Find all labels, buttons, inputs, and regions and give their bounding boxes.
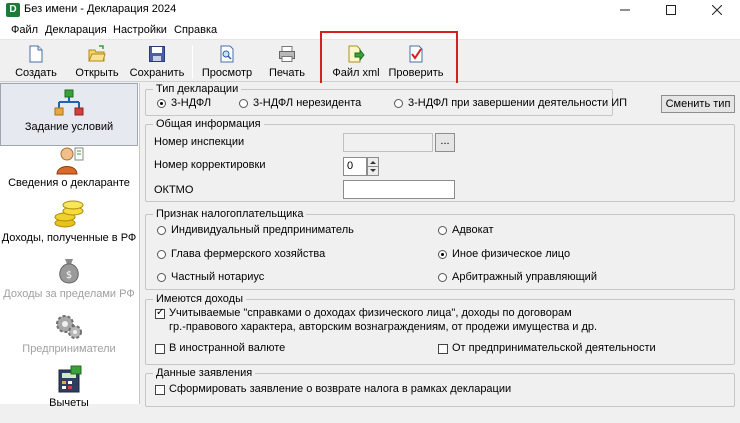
- radio-label: Иное физическое лицо: [452, 248, 571, 260]
- menu-declaration[interactable]: Декларация: [45, 24, 107, 36]
- nav-label: Доходы, полученные в РФ: [1, 232, 137, 244]
- radio-label: Индивидуальный предприниматель: [171, 224, 354, 236]
- highlight-annotation: [320, 31, 458, 87]
- main-panel: Тип декларации 3-НДФЛ 3-НДФЛ нерезидента…: [141, 83, 740, 407]
- radio-3ndfl[interactable]: [157, 99, 166, 108]
- nav-deductions[interactable]: Вычеты: [0, 360, 138, 423]
- group-legend: Данные заявления: [156, 367, 253, 379]
- close-icon: [712, 5, 722, 15]
- window-title: Без имени - Декларация 2024: [24, 3, 177, 15]
- nav-label: Доходы за пределами РФ: [3, 288, 135, 300]
- save-label: Сохранить: [129, 67, 185, 79]
- radio-individual-entrepreneur[interactable]: [157, 226, 166, 235]
- preview-icon: [220, 45, 234, 63]
- coins-stack-icon: [54, 200, 84, 228]
- nav-label: Задание условий: [24, 121, 114, 133]
- foreign-currency-checkbox[interactable]: [155, 344, 165, 354]
- left-navigation: Задание условий Сведения о декларанте До…: [0, 83, 140, 409]
- radio-label: 3-НДФЛ: [171, 97, 212, 109]
- flowchart-icon: [54, 89, 84, 116]
- checkbox-label: От предпринимательской деятельности: [452, 342, 656, 354]
- radio-lawyer[interactable]: [438, 226, 447, 235]
- inspection-label: Номер инспекции: [154, 136, 245, 148]
- radio-label: Частный нотариус: [171, 271, 265, 283]
- nav-label: Сведения о декларанте: [8, 177, 130, 189]
- calculator-icon: [58, 365, 82, 393]
- nav-income-abroad[interactable]: $ Доходы за пределами РФ: [0, 251, 138, 314]
- radio-private-notary[interactable]: [157, 273, 166, 282]
- group-legend: Имеются доходы: [156, 293, 244, 305]
- business-income-checkbox[interactable]: [438, 344, 448, 354]
- inspection-browse-button[interactable]: ...: [435, 133, 455, 152]
- checkbox-label: Сформировать заявление о возврате налога…: [169, 383, 512, 395]
- money-bag-icon: $: [59, 259, 79, 284]
- menu-settings[interactable]: Настройки: [113, 24, 167, 36]
- new-document-icon: [29, 45, 43, 63]
- svg-text:$: $: [66, 270, 72, 281]
- print-button[interactable]: Печать: [262, 43, 312, 81]
- inspection-input[interactable]: [343, 133, 433, 152]
- maximize-icon: [666, 5, 676, 15]
- radio-label: 3-НДФЛ при завершении деятельности ИП: [408, 97, 628, 109]
- person-icon: [56, 147, 84, 175]
- stepper-arrows-icon: [368, 161, 378, 172]
- radio-label: Арбитражный управляющий: [452, 271, 597, 283]
- checkbox-label: В иностранной валюте: [169, 342, 286, 354]
- radio-3ndfl-nonresident[interactable]: [239, 99, 248, 108]
- radio-label: Глава фермерского хозяйства: [171, 248, 326, 260]
- oktmo-label: ОКТМО: [154, 184, 194, 196]
- income-certificates-checkbox[interactable]: [155, 307, 165, 319]
- correction-label: Номер корректировки: [154, 159, 266, 171]
- create-button[interactable]: Создать: [10, 43, 62, 81]
- nav-income-rf[interactable]: Доходы, полученные в РФ: [0, 195, 138, 258]
- refund-statement-checkbox[interactable]: [155, 385, 165, 395]
- radio-3ndfl-ip-closure[interactable]: [394, 99, 403, 108]
- correction-input[interactable]: 0: [343, 157, 367, 176]
- change-type-button[interactable]: Сменить тип: [661, 95, 735, 113]
- nav-declarant-info[interactable]: Сведения о декларанте: [0, 140, 138, 203]
- radio-label: Адвокат: [452, 224, 494, 236]
- printer-icon: [279, 46, 295, 62]
- close-button[interactable]: [694, 0, 740, 20]
- oktmo-input[interactable]: [343, 180, 455, 199]
- menu-help[interactable]: Справка: [174, 24, 217, 36]
- correction-stepper[interactable]: [367, 157, 379, 176]
- radio-arbitration-manager[interactable]: [438, 273, 447, 282]
- open-button[interactable]: Открыть: [70, 43, 124, 81]
- print-label: Печать: [268, 67, 306, 79]
- open-folder-icon: [88, 45, 106, 62]
- radio-other-individual[interactable]: [438, 250, 447, 259]
- create-label: Создать: [15, 67, 57, 79]
- group-legend: Общая информация: [156, 118, 261, 130]
- nav-label: Предприниматели: [22, 343, 116, 355]
- title-bar: D Без имени - Декларация 2024: [0, 0, 740, 20]
- radio-label: 3-НДФЛ нерезидента: [253, 97, 362, 109]
- preview-button[interactable]: Просмотр: [198, 43, 256, 81]
- group-legend: Тип декларации: [156, 83, 239, 95]
- minimize-icon: [620, 9, 630, 11]
- group-legend: Признак налогоплательщика: [156, 208, 304, 220]
- save-disk-icon: [149, 46, 165, 62]
- save-button[interactable]: Сохранить: [128, 43, 186, 81]
- open-label: Открыть: [75, 67, 119, 79]
- minimize-button[interactable]: [602, 0, 648, 20]
- nav-label: Вычеты: [49, 397, 89, 409]
- nav-conditions[interactable]: Задание условий: [0, 83, 138, 146]
- preview-label: Просмотр: [201, 67, 253, 79]
- maximize-button[interactable]: [648, 0, 694, 20]
- toolbar-separator: [192, 45, 193, 79]
- checkbox-label: Учитываемые "справками о доходах физичес…: [169, 307, 572, 319]
- menu-file[interactable]: Файл: [11, 24, 38, 36]
- checkbox-label-continued: гр.-правового характера, авторским возна…: [169, 321, 598, 333]
- radio-farm-head[interactable]: [157, 250, 166, 259]
- app-icon: D: [6, 3, 20, 17]
- gears-icon: [56, 315, 82, 339]
